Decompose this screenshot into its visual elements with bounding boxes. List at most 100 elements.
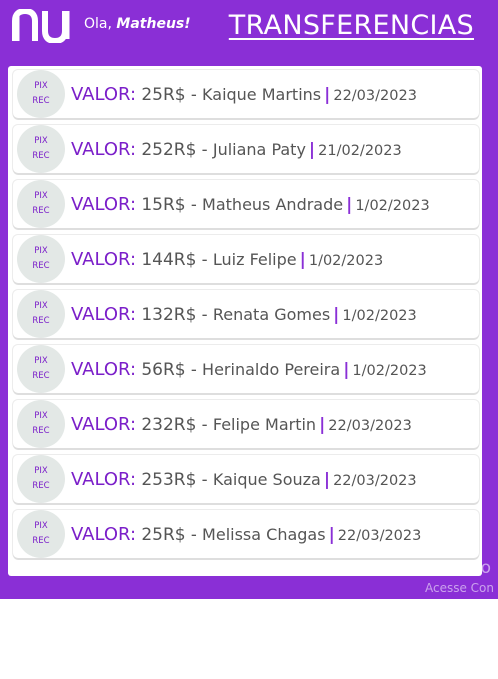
bar-separator: |: [333, 304, 340, 325]
value-label: VALOR:: [71, 303, 137, 325]
transfer-amount: 132R$: [141, 304, 197, 325]
transfer-date: 22/03/2023: [333, 87, 417, 104]
transfer-text: VALOR: 25R$ - Melissa Chagas | 22/03/2023: [71, 524, 421, 545]
transfer-text: VALOR: 56R$ - Herinaldo Pereira | 1/02/202…: [71, 359, 427, 380]
transfer-row[interactable]: PIX REC VALOR: 253R$ - Kaique Souza | 22/03/…: [13, 455, 479, 503]
transfer-date: 22/03/2023: [337, 527, 422, 544]
transfers-panel: PIX REC VALOR: 25R$ - Kaique Martins | 22/03…: [8, 66, 482, 576]
value-label: VALOR:: [71, 523, 137, 545]
transfer-row[interactable]: PIX REC VALOR: 252R$ - Juliana Paty | 21/02/…: [13, 125, 479, 173]
transfer-row[interactable]: PIX REC VALOR: 15R$ - Matheus Andrade | 1/02…: [13, 180, 479, 228]
transfer-text: VALOR: 132R$ - Renata Gomes | 1/02/2023: [71, 304, 417, 325]
transfer-text: VALOR: 232R$ - Felipe Martin | 22/03/2023: [71, 414, 412, 435]
recipient-name: Felipe Martin: [212, 414, 317, 434]
transfer-text: VALOR: 144R$ - Luiz Felipe | 1/02/2023: [71, 249, 383, 270]
transfer-amount: 253R$: [141, 469, 197, 490]
value-label: VALOR:: [71, 358, 137, 380]
badge-bottom-text: REC: [32, 96, 50, 106]
pix-rec-badge: PIX REC: [17, 235, 65, 283]
bar-separator: |: [323, 469, 331, 490]
bar-separator: |: [319, 414, 326, 435]
transfer-date: 1/02/2023: [308, 252, 384, 269]
badge-top-text: PIX: [34, 301, 48, 311]
value-label: VALOR:: [71, 413, 137, 435]
value-label: VALOR:: [71, 138, 137, 160]
transfer-text: VALOR: 15R$ - Matheus Andrade | 1/02/2023: [71, 194, 430, 215]
badge-top-text: PIX: [34, 466, 48, 476]
badge-top-text: PIX: [34, 356, 48, 366]
bar-separator: |: [343, 359, 350, 380]
transfer-row[interactable]: PIX REC VALOR: 25R$ - Kaique Martins | 22/03…: [13, 70, 479, 118]
dash-separator: -: [190, 84, 197, 104]
badge-bottom-text: REC: [32, 261, 50, 271]
recipient-name: Renata Gomes: [212, 304, 331, 324]
transfer-amount: 25R$: [141, 524, 186, 545]
value-label: VALOR:: [71, 193, 137, 215]
recipient-name: Kaique Souza: [212, 469, 321, 489]
pix-rec-badge: PIX REC: [17, 400, 65, 448]
pix-rec-badge: PIX REC: [17, 345, 65, 393]
greeting-prefix: Ola,: [84, 16, 112, 32]
pix-rec-badge: PIX REC: [17, 510, 65, 558]
badge-bottom-text: REC: [32, 426, 50, 436]
pix-rec-badge: PIX REC: [17, 290, 65, 338]
recipient-name: Luiz Felipe: [212, 249, 297, 269]
pix-rec-badge: PIX REC: [17, 125, 65, 173]
recipient-name: Juliana Paty: [212, 139, 306, 159]
transfer-row[interactable]: PIX REC VALOR: 25R$ - Melissa Chagas | 22/03…: [13, 510, 479, 558]
badge-top-text: PIX: [34, 191, 48, 201]
transfer-date: 22/03/2023: [328, 417, 412, 434]
transfer-date: 22/03/2023: [333, 472, 417, 489]
badge-top-text: PIX: [34, 521, 48, 531]
transfer-date: 1/02/2023: [355, 197, 430, 214]
transfer-amount: 252R$: [141, 139, 197, 160]
dash-separator: -: [190, 524, 197, 544]
badge-top-text: PIX: [34, 246, 48, 256]
badge-top-text: PIX: [34, 411, 48, 421]
bar-separator: |: [299, 249, 306, 270]
dash-separator: -: [201, 414, 208, 434]
transfer-amount: 144R$: [141, 249, 197, 270]
value-label: VALOR:: [71, 468, 137, 490]
badge-top-text: PIX: [34, 81, 48, 91]
badge-bottom-text: REC: [32, 206, 50, 216]
badge-bottom-text: REC: [32, 371, 50, 381]
transfer-row[interactable]: PIX REC VALOR: 232R$ - Felipe Martin | 22/03…: [13, 400, 479, 448]
transfer-row[interactable]: PIX REC VALOR: 56R$ - Herinaldo Pereira | 1/…: [13, 345, 479, 393]
dash-separator: -: [201, 304, 208, 324]
bar-separator: |: [308, 139, 316, 160]
transfer-date: 21/02/2023: [318, 142, 402, 159]
dash-separator: -: [201, 139, 208, 159]
transfer-row[interactable]: PIX REC VALOR: 132R$ - Renata Gomes | 1/02/2…: [13, 290, 479, 338]
greeting: Ola, Matheus!: [84, 16, 191, 32]
dash-separator: -: [201, 469, 208, 489]
transfer-text: VALOR: 252R$ - Juliana Paty | 21/02/2023: [71, 139, 402, 160]
value-label: VALOR:: [71, 83, 137, 105]
recipient-name: Kaique Martins: [202, 84, 322, 104]
badge-bottom-text: REC: [32, 481, 50, 491]
pix-rec-badge: PIX REC: [17, 180, 65, 228]
bar-separator: |: [346, 194, 353, 215]
transfer-amount: 15R$: [141, 194, 186, 215]
badge-top-text: PIX: [34, 136, 48, 146]
recipient-name: Herinaldo Pereira: [202, 359, 341, 379]
watermark-line1: Ativar o: [425, 558, 491, 578]
value-label: VALOR:: [71, 248, 137, 270]
recipient-name: Melissa Chagas: [202, 524, 326, 544]
badge-bottom-text: REC: [32, 151, 50, 161]
user-name: Matheus!: [116, 16, 191, 32]
transfer-amount: 232R$: [141, 414, 197, 435]
activation-watermark: Ativar o Acesse Con: [425, 558, 494, 598]
bar-separator: |: [328, 524, 335, 545]
transfer-text: VALOR: 25R$ - Kaique Martins | 22/03/2023: [71, 84, 417, 105]
bar-separator: |: [324, 84, 331, 105]
dash-separator: -: [190, 359, 197, 379]
dash-separator: -: [201, 249, 208, 269]
pix-rec-badge: PIX REC: [17, 70, 65, 118]
badge-bottom-text: REC: [32, 536, 50, 546]
badge-bottom-text: REC: [32, 316, 50, 326]
transfer-row[interactable]: PIX REC VALOR: 144R$ - Luiz Felipe | 1/02/20…: [13, 235, 479, 283]
transfer-amount: 56R$: [141, 359, 186, 380]
dash-separator: -: [190, 194, 197, 214]
watermark-line2: Acesse Con: [425, 581, 495, 595]
